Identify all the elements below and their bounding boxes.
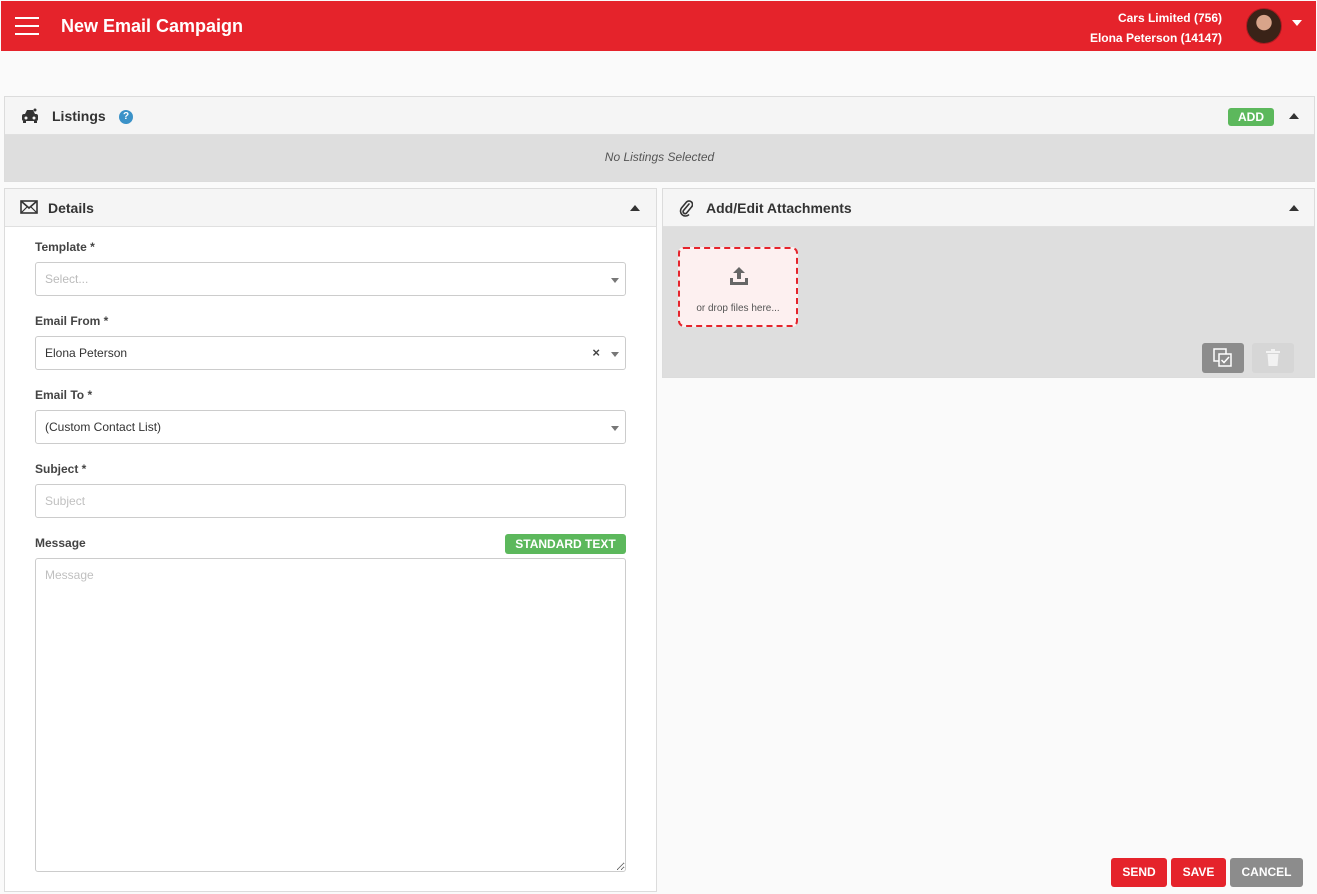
email-from-select[interactable]: Elona Peterson ×	[35, 336, 626, 370]
chevron-down-icon	[611, 352, 619, 357]
email-to-label: Email To *	[35, 388, 93, 402]
account-user: Elona Peterson (14147)	[1089, 31, 1222, 45]
details-panel: Details Template * Select... Email From …	[4, 188, 657, 892]
user-avatar[interactable]	[1246, 8, 1282, 44]
email-from-value: Elona Peterson	[45, 346, 128, 360]
select-all-button[interactable]	[1202, 343, 1244, 373]
template-label: Template *	[35, 240, 95, 254]
details-collapse-caret-icon[interactable]	[630, 205, 640, 211]
listings-collapse-caret-icon[interactable]	[1289, 113, 1299, 119]
chevron-down-icon	[611, 278, 619, 283]
account-company: Cars Limited (756)	[1117, 11, 1222, 25]
attachments-collapse-caret-icon[interactable]	[1289, 205, 1299, 211]
subject-input[interactable]	[35, 484, 626, 518]
dropzone-text: or drop files here...	[696, 303, 780, 314]
page-title: New Email Campaign	[61, 16, 244, 36]
user-menu-caret-icon[interactable]	[1292, 20, 1302, 26]
chevron-down-icon	[611, 426, 619, 431]
message-label: Message	[35, 536, 86, 550]
listings-panel: Listings ? ADD No Listings Selected	[4, 96, 1315, 182]
standard-text-button[interactable]: STANDARD TEXT	[505, 534, 626, 554]
trash-icon	[1266, 349, 1280, 366]
attachments-body: or drop files here...	[663, 227, 1314, 377]
top-bar: New Email Campaign Cars Limited (756) El…	[1, 1, 1316, 51]
listings-header[interactable]: Listings ? ADD	[5, 97, 1314, 135]
listings-title: Listings	[52, 108, 106, 124]
file-dropzone[interactable]: or drop files here...	[678, 247, 798, 327]
envelope-icon	[20, 200, 38, 214]
upload-icon	[730, 267, 748, 285]
add-listing-button[interactable]: ADD	[1228, 108, 1274, 126]
hamburger-menu-icon[interactable]	[15, 17, 39, 35]
select-all-icon	[1213, 348, 1232, 367]
save-button[interactable]: SAVE	[1171, 858, 1226, 887]
details-title: Details	[48, 200, 94, 216]
email-to-value: (Custom Contact List)	[45, 420, 162, 434]
account-info: Cars Limited (756) Elona Peterson (14147…	[1090, 8, 1222, 48]
email-from-label: Email From *	[35, 314, 109, 328]
help-icon[interactable]: ?	[119, 110, 133, 124]
clear-icon[interactable]: ×	[592, 337, 600, 369]
email-to-select[interactable]: (Custom Contact List)	[35, 410, 626, 444]
listings-empty-state: No Listings Selected	[5, 135, 1314, 181]
details-header[interactable]: Details	[5, 189, 656, 227]
delete-attachment-button[interactable]	[1252, 343, 1294, 373]
attachments-panel: Add/Edit Attachments or drop files here.…	[662, 188, 1315, 378]
attachments-header[interactable]: Add/Edit Attachments	[663, 189, 1314, 227]
cancel-button[interactable]: CANCEL	[1230, 858, 1303, 887]
subject-label: Subject *	[35, 462, 87, 476]
template-select-value: Select...	[45, 272, 89, 286]
template-select[interactable]: Select...	[35, 262, 626, 296]
car-icon	[22, 108, 38, 123]
message-textarea[interactable]	[35, 558, 626, 872]
send-button[interactable]: SEND	[1111, 858, 1167, 887]
paperclip-icon	[679, 200, 693, 217]
attachments-title: Add/Edit Attachments	[706, 200, 852, 216]
